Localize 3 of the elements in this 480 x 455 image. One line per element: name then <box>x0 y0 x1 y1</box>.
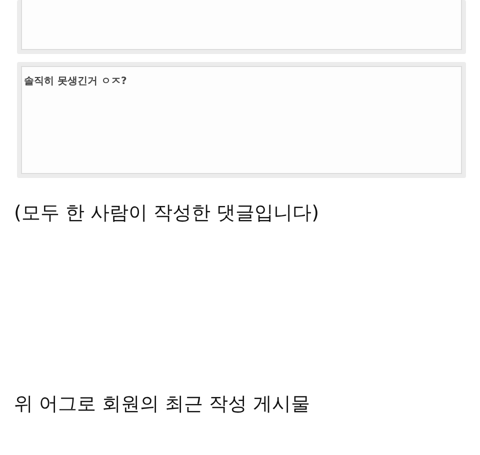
comment-text: 솔직히 못생긴거 ㅇㅈ? <box>24 76 127 87</box>
section-title: 위 어그로 회원의 최근 작성 게시물 <box>14 392 312 417</box>
caption-text: (모두 한 사람이 작성한 댓글입니다) <box>14 201 320 226</box>
